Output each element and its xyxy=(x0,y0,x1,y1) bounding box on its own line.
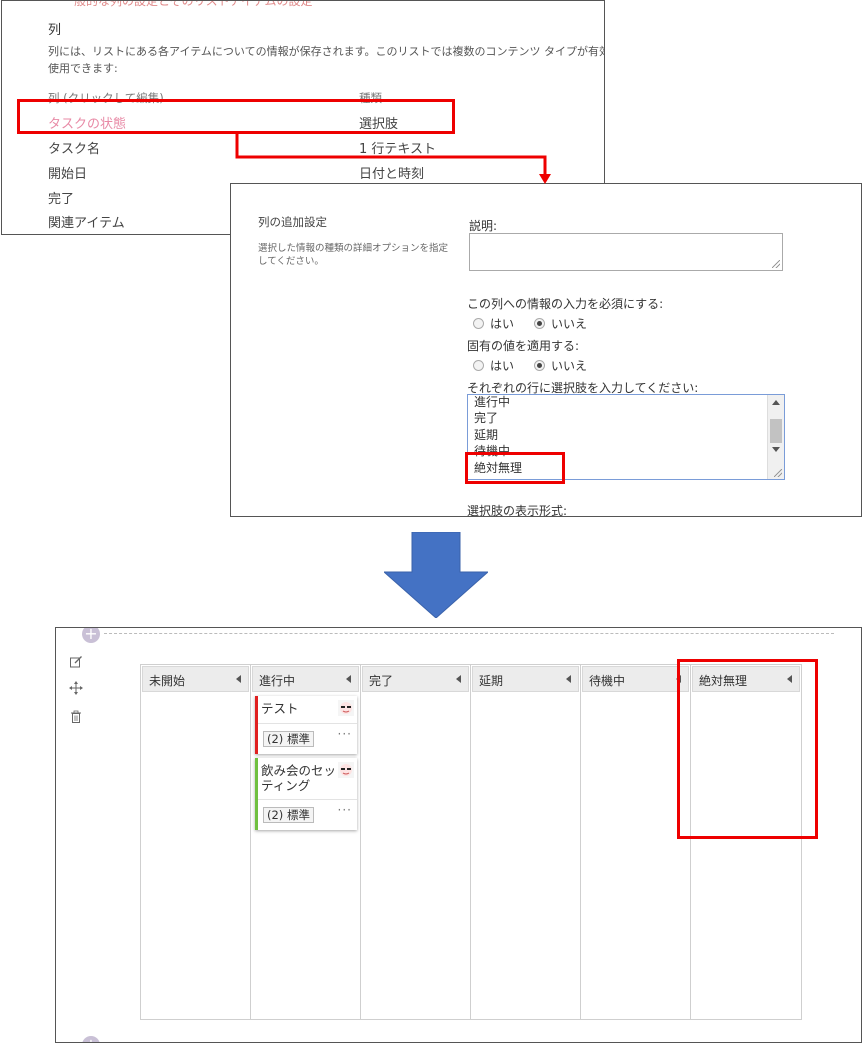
card-title[interactable]: 飲み会のセッティング xyxy=(261,763,339,793)
kanban-column-not-started[interactable]: 未開始 xyxy=(141,665,251,1019)
column-header[interactable]: 待機中 xyxy=(582,666,689,692)
add-section-icon[interactable]: + xyxy=(82,628,100,643)
required-no-label[interactable]: いいえ xyxy=(551,315,587,332)
column-header[interactable]: 延期 xyxy=(472,666,579,692)
display-format-label: 選択肢の表示形式: xyxy=(467,504,568,517)
priority-badge: (2) 標準 xyxy=(263,807,314,823)
collapse-icon[interactable] xyxy=(346,675,351,683)
collapse-icon[interactable] xyxy=(566,675,571,683)
collapse-icon[interactable] xyxy=(236,675,241,683)
delete-icon[interactable] xyxy=(69,710,83,724)
required-yes-radio[interactable] xyxy=(473,318,484,329)
task-card[interactable]: テスト (2) 標準 ··· xyxy=(255,696,357,754)
column-title: 待機中 xyxy=(589,674,626,688)
highlight-new-column xyxy=(677,659,818,839)
column-header[interactable]: 未開始 xyxy=(142,666,249,692)
add-section-icon[interactable]: + xyxy=(82,1036,100,1042)
column-header[interactable]: 進行中 xyxy=(252,666,359,692)
choice-item: 完了 xyxy=(474,411,499,425)
column-title: 延期 xyxy=(479,674,504,688)
unique-no-radio[interactable] xyxy=(534,360,546,371)
column-title: 進行中 xyxy=(259,674,296,688)
section-divider xyxy=(104,633,834,634)
card-title[interactable]: テスト xyxy=(261,701,339,716)
down-arrow-icon xyxy=(384,532,488,618)
unique-no-label[interactable]: いいえ xyxy=(551,357,587,374)
column-title: 完了 xyxy=(369,674,394,688)
choice-item: 延期 xyxy=(474,428,499,442)
description-textarea[interactable] xyxy=(469,233,783,271)
column-name[interactable]: 関連アイテム xyxy=(48,212,125,231)
kanban-column-waiting[interactable]: 待機中 xyxy=(581,665,691,1019)
description-label: 説明: xyxy=(469,219,498,233)
more-options-icon[interactable]: ··· xyxy=(338,803,352,817)
avatar-icon xyxy=(338,700,354,716)
unique-label: 固有の値を適用する: xyxy=(467,339,580,353)
kanban-column-complete[interactable]: 完了 xyxy=(361,665,471,1019)
collapse-icon[interactable] xyxy=(456,675,461,683)
avatar-icon xyxy=(338,762,354,778)
required-yes-label[interactable]: はい xyxy=(490,315,514,332)
required-no-radio[interactable] xyxy=(534,318,546,329)
column-header[interactable]: 完了 xyxy=(362,666,469,692)
unique-yes-label[interactable]: はい xyxy=(490,357,514,374)
scroll-up-icon[interactable] xyxy=(772,400,780,405)
settings-title: 列の追加設定 xyxy=(258,215,327,229)
scroll-down-icon[interactable] xyxy=(772,447,780,452)
scroll-thumb[interactable] xyxy=(770,419,782,443)
settings-description: 選択した情報の種類の詳細オプションを指定してください。 xyxy=(258,243,449,267)
task-card[interactable]: 飲み会のセッティング (2) 標準 ··· xyxy=(255,758,357,830)
required-label: この列への情報の入力を必須にする: xyxy=(467,297,664,311)
required-radio-group: はい いいえ xyxy=(473,315,587,332)
priority-badge: (2) 標準 xyxy=(263,731,314,747)
edit-icon[interactable] xyxy=(69,655,83,669)
card-footer: (2) 標準 ··· xyxy=(258,799,357,830)
more-options-icon[interactable]: ··· xyxy=(338,727,352,741)
card-footer: (2) 標準 ··· xyxy=(258,723,357,754)
choices-scrollbar[interactable] xyxy=(767,395,784,479)
resize-grip-icon[interactable] xyxy=(772,260,780,268)
kanban-column-in-progress[interactable]: 進行中 テスト (2) 標準 ··· 飲み会のセッティング (2) 標準 ··· xyxy=(251,665,361,1019)
kanban-column-postponed[interactable]: 延期 xyxy=(471,665,581,1019)
connector-arrow xyxy=(235,133,551,184)
unique-yes-radio[interactable] xyxy=(473,360,484,371)
choice-item: 進行中 xyxy=(474,395,511,409)
column-title: 未開始 xyxy=(149,674,186,688)
highlight-new-choice xyxy=(465,452,565,484)
resize-grip-icon[interactable] xyxy=(774,469,782,477)
unique-radio-group: はい いいえ xyxy=(473,357,587,374)
move-icon[interactable] xyxy=(69,681,83,695)
